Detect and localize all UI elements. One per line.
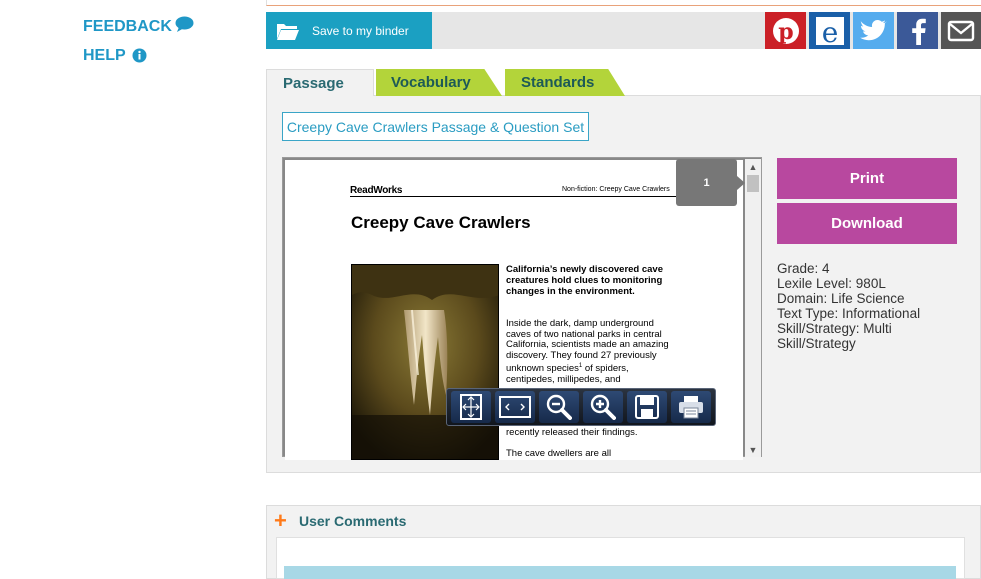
cave-photo [351,264,499,460]
feedback-label: FEEDBACK [83,18,172,35]
document-body-2: recently released their findings. [506,427,638,438]
scroll-up-arrow[interactable]: ▲ [747,162,759,172]
scroll-thumb[interactable] [747,175,759,192]
expand-plus-icon[interactable]: + [274,510,287,532]
comments-header-bar [284,566,956,579]
email-share-button[interactable] [941,12,981,49]
skill-strategy-continued: Skill/Strategy [777,336,856,351]
document-title: Creepy Cave Crawlers [351,213,531,232]
email-icon [947,20,975,41]
download-button[interactable]: Download [777,203,957,244]
tab-vocabulary-label: Vocabulary [391,74,471,91]
save-icon [635,395,659,419]
tab-passage-label: Passage [283,74,344,92]
print-document-button[interactable] [671,391,711,423]
feedback-link[interactable]: FEEDBACK [83,16,194,36]
fit-page-button[interactable] [451,391,491,423]
zoom-in-icon [590,394,616,420]
info-icon [132,48,147,62]
scroll-down-arrow[interactable]: ▼ [747,445,759,455]
print-button[interactable]: Print [777,158,957,199]
save-to-binder-button[interactable]: Save to my binder [266,12,432,49]
skill-strategy: Skill/Strategy: Multi [777,321,892,336]
facebook-icon [911,18,926,45]
facebook-share-button[interactable] [897,12,938,49]
save-to-binder-label: Save to my binder [312,23,409,38]
zoom-in-button[interactable] [583,391,623,423]
domain: Domain: Life Science [777,291,905,306]
pinterest-share-button[interactable]: p [765,12,806,49]
fit-width-icon [499,396,531,418]
twitter-share-button[interactable] [853,12,894,49]
viewer-toolbar [446,388,716,426]
twitter-icon [859,19,887,40]
document-lead: California’s newly discovered cave creat… [506,264,663,297]
tab-standards[interactable]: Standards [505,69,625,96]
svg-text:p: p [778,19,793,45]
tab-standards-label: Standards [521,74,595,91]
text-type: Text Type: Informational [777,306,921,321]
pinterest-icon: p [772,17,799,45]
document-brand: ReadWorks [350,185,403,196]
grade-level: Grade: 4 [777,261,830,276]
zoom-out-icon [546,394,572,420]
passage-question-set-link[interactable]: Creepy Cave Crawlers Passage & Question … [282,112,589,141]
zoom-out-button[interactable] [539,391,579,423]
save-document-button[interactable] [627,391,667,423]
speech-bubble-icon [175,16,194,32]
tab-vocabulary[interactable]: Vocabulary [376,69,502,96]
edmodo-share-button[interactable]: e [809,12,850,49]
viewer-scrollbar[interactable] [745,159,761,457]
document-category: Non-fiction: Creepy Cave Crawlers [562,186,670,193]
fit-page-icon [460,394,482,420]
document-header-rule [350,196,676,197]
top-divider [266,0,981,6]
fit-width-button[interactable] [495,391,535,423]
help-link[interactable]: HELP [83,47,147,65]
user-comments-title[interactable]: User Comments [299,513,406,529]
tab-passage[interactable]: Passage [266,69,374,96]
print-icon [679,396,703,419]
document-body: Inside the dark, damp underground caves … [506,318,678,386]
lexile-level: Lexile Level: 980L [777,276,886,291]
page-number-indicator: 1 [676,159,745,206]
edmodo-icon: e [815,16,844,47]
document-body-3: The cave dwellers are all [506,448,612,459]
folder-icon [277,23,299,40]
passage-metadata: Grade: 4 Lexile Level: 980L Domain: Life… [777,261,967,351]
svg-text:e: e [821,16,838,47]
help-label: HELP [83,47,126,64]
